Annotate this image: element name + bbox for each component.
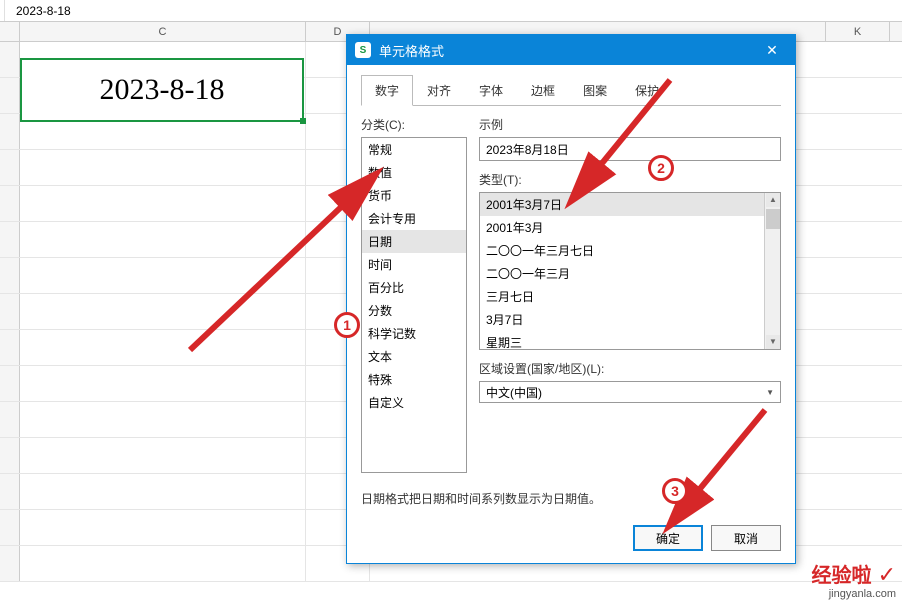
type-label: 类型(T): bbox=[479, 171, 781, 188]
tab-number[interactable]: 数字 bbox=[361, 75, 413, 106]
corner[interactable] bbox=[0, 22, 20, 41]
chevron-down-icon: ▼ bbox=[766, 388, 774, 397]
type-item-6[interactable]: 星期三 bbox=[480, 331, 780, 350]
scrollbar-thumb[interactable] bbox=[766, 209, 780, 229]
dialog-tabs: 数字 对齐 字体 边框 图案 保护 bbox=[347, 65, 795, 106]
dialog-body: 分类(C): 常规 数值 货币 会计专用 日期 时间 百分比 分数 科学记数 文… bbox=[347, 106, 795, 483]
sample-label: 示例 bbox=[479, 116, 781, 133]
category-number[interactable]: 数值 bbox=[362, 161, 466, 184]
ok-button[interactable]: 确定 bbox=[633, 525, 703, 551]
type-item-4[interactable]: 三月七日 bbox=[480, 285, 780, 308]
dialog-titlebar[interactable]: S 单元格格式 ✕ bbox=[347, 35, 795, 65]
scroll-up-icon[interactable]: ▲ bbox=[766, 193, 780, 207]
category-special[interactable]: 特殊 bbox=[362, 368, 466, 391]
cancel-button[interactable]: 取消 bbox=[711, 525, 781, 551]
close-icon[interactable]: ✕ bbox=[757, 35, 787, 65]
selected-cell-value: 2023-8-18 bbox=[100, 73, 225, 107]
type-item-2[interactable]: 二〇〇一年三月七日 bbox=[480, 239, 780, 262]
category-general[interactable]: 常规 bbox=[362, 138, 466, 161]
tab-font[interactable]: 字体 bbox=[465, 75, 517, 106]
app-icon: S bbox=[355, 42, 371, 58]
category-currency[interactable]: 货币 bbox=[362, 184, 466, 207]
formula-bar-value[interactable]: 2023-8-18 bbox=[16, 4, 71, 18]
category-custom[interactable]: 自定义 bbox=[362, 391, 466, 414]
col-header-C[interactable]: C bbox=[20, 22, 306, 41]
tab-align[interactable]: 对齐 bbox=[413, 75, 465, 106]
sample-value: 2023年8月18日 bbox=[486, 143, 569, 157]
category-time[interactable]: 时间 bbox=[362, 253, 466, 276]
locale-value: 中文(中国) bbox=[486, 384, 542, 401]
category-text[interactable]: 文本 bbox=[362, 345, 466, 368]
col-header-K[interactable]: K bbox=[826, 22, 890, 41]
tab-pattern[interactable]: 图案 bbox=[569, 75, 621, 106]
tab-border[interactable]: 边框 bbox=[517, 75, 569, 106]
cell-format-dialog: S 单元格格式 ✕ 数字 对齐 字体 边框 图案 保护 分类(C): 常规 数值… bbox=[346, 34, 796, 564]
locale-select[interactable]: 中文(中国) ▼ bbox=[479, 381, 781, 403]
dialog-title: 单元格格式 bbox=[379, 41, 757, 60]
formula-bar-divider bbox=[4, 0, 12, 21]
locale-label: 区域设置(国家/地区)(L): bbox=[479, 360, 781, 377]
selected-cell[interactable]: 2023-8-18 bbox=[20, 58, 304, 122]
category-fraction[interactable]: 分数 bbox=[362, 299, 466, 322]
type-scrollbar[interactable]: ▲ ▼ bbox=[764, 193, 780, 349]
category-label: 分类(C): bbox=[361, 116, 467, 133]
scroll-down-icon[interactable]: ▼ bbox=[766, 335, 780, 349]
dialog-footer: 确定 取消 bbox=[633, 525, 781, 551]
formula-bar: 2023-8-18 bbox=[0, 0, 902, 22]
category-list[interactable]: 常规 数值 货币 会计专用 日期 时间 百分比 分数 科学记数 文本 特殊 自定… bbox=[361, 137, 467, 473]
category-scientific[interactable]: 科学记数 bbox=[362, 322, 466, 345]
type-item-1[interactable]: 2001年3月 bbox=[480, 216, 780, 239]
type-item-3[interactable]: 二〇〇一年三月 bbox=[480, 262, 780, 285]
category-percent[interactable]: 百分比 bbox=[362, 276, 466, 299]
tab-protect[interactable]: 保护 bbox=[621, 75, 673, 106]
category-date[interactable]: 日期 bbox=[362, 230, 466, 253]
format-hint: 日期格式把日期和时间系列数显示为日期值。 bbox=[361, 490, 601, 507]
type-item-0[interactable]: 2001年3月7日 bbox=[480, 193, 780, 216]
type-item-5[interactable]: 3月7日 bbox=[480, 308, 780, 331]
type-list[interactable]: 2001年3月7日 2001年3月 二〇〇一年三月七日 二〇〇一年三月 三月七日… bbox=[479, 192, 781, 350]
category-accounting[interactable]: 会计专用 bbox=[362, 207, 466, 230]
sample-box: 2023年8月18日 bbox=[479, 137, 781, 161]
